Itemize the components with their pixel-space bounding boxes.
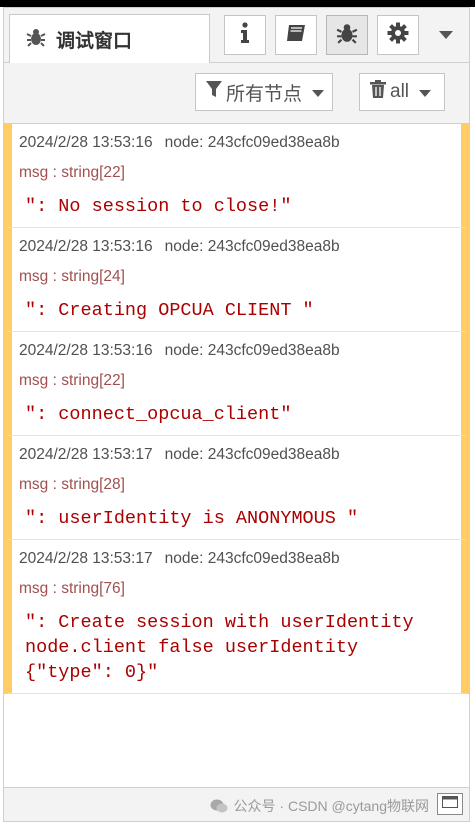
debug-message: 2024/2/28 13:53:17 node: 243cfc09ed38ea8b… bbox=[4, 540, 469, 694]
message-node-link[interactable]: node: 243cfc09ed38ea8b bbox=[165, 134, 340, 151]
message-meta: 2024/2/28 13:53:17 node: 243cfc09ed38ea8b bbox=[19, 444, 461, 466]
book-icon bbox=[285, 23, 307, 48]
help-button[interactable] bbox=[275, 15, 317, 55]
trash-icon bbox=[370, 80, 386, 104]
sidebar-footer: 公众号 · CSDN @cytang物联网 bbox=[4, 787, 469, 821]
message-timestamp: 2024/2/28 13:53:16 bbox=[19, 342, 153, 359]
message-node-link[interactable]: node: 243cfc09ed38ea8b bbox=[165, 550, 340, 567]
info-icon bbox=[238, 21, 252, 49]
message-type: msg : string[76] bbox=[19, 580, 125, 597]
message-meta: 2024/2/28 13:53:16 node: 243cfc09ed38ea8b bbox=[19, 132, 461, 154]
caret-down-icon bbox=[312, 81, 325, 103]
info-button[interactable] bbox=[224, 15, 266, 55]
gear-icon bbox=[387, 22, 409, 49]
debug-sidebar: 调试窗口 所有节点 all 2024/2/28 13:53:16 node: 2… bbox=[3, 7, 470, 822]
debug-message: 2024/2/28 13:53:16 node: 243cfc09ed38ea8b… bbox=[4, 332, 469, 436]
watermark-text: 公众号 · CSDN @cytang物联网 bbox=[233, 798, 429, 814]
popout-button[interactable] bbox=[437, 793, 463, 815]
caret-down-icon bbox=[439, 26, 453, 44]
bug-icon bbox=[26, 27, 46, 52]
message-node-link[interactable]: node: 243cfc09ed38ea8b bbox=[165, 238, 340, 255]
message-timestamp: 2024/2/28 13:53:17 bbox=[19, 550, 153, 567]
debug-message: 2024/2/28 13:53:17 node: 243cfc09ed38ea8b… bbox=[4, 436, 469, 540]
filter-icon bbox=[206, 80, 222, 104]
debug-message: 2024/2/28 13:53:16 node: 243cfc09ed38ea8b… bbox=[4, 124, 469, 228]
message-payload[interactable]: ": userIdentity is ANONYMOUS " bbox=[19, 506, 461, 531]
message-type: msg : string[22] bbox=[19, 372, 125, 389]
node-filter-label: 所有节点 bbox=[226, 83, 303, 105]
message-meta: 2024/2/28 13:53:16 node: 243cfc09ed38ea8b bbox=[19, 236, 461, 258]
node-filter-dropdown[interactable]: 所有节点 bbox=[195, 73, 334, 111]
message-payload[interactable]: ": connect_opcua_client" bbox=[19, 402, 461, 427]
message-node-link[interactable]: node: 243cfc09ed38ea8b bbox=[165, 342, 340, 359]
message-meta: 2024/2/28 13:53:16 node: 243cfc09ed38ea8b bbox=[19, 340, 461, 362]
tab-bar: 调试窗口 bbox=[4, 8, 469, 64]
message-type: msg : string[28] bbox=[19, 476, 125, 493]
message-timestamp: 2024/2/28 13:53:16 bbox=[19, 134, 153, 151]
message-type: msg : string[22] bbox=[19, 164, 125, 181]
message-meta: 2024/2/28 13:53:17 node: 243cfc09ed38ea8b bbox=[19, 548, 461, 570]
window-top-strip bbox=[0, 0, 475, 7]
clear-messages-dropdown[interactable]: all bbox=[359, 73, 445, 111]
message-payload[interactable]: ": Creating OPCUA CLIENT " bbox=[19, 298, 461, 323]
message-type: msg : string[24] bbox=[19, 268, 125, 285]
watermark: 公众号 · CSDN @cytang物联网 bbox=[210, 796, 429, 816]
debug-message-list: 2024/2/28 13:53:16 node: 243cfc09ed38ea8b… bbox=[4, 124, 469, 694]
config-button[interactable] bbox=[377, 15, 419, 55]
debug-button[interactable] bbox=[326, 15, 368, 55]
filter-bar: 所有节点 all bbox=[4, 63, 469, 124]
clear-label: all bbox=[390, 81, 410, 102]
bug-icon bbox=[336, 22, 358, 49]
message-payload[interactable]: ": No session to close!" bbox=[19, 194, 461, 219]
message-timestamp: 2024/2/28 13:53:16 bbox=[19, 238, 153, 255]
tab-label: 调试窗口 bbox=[56, 31, 133, 52]
message-payload[interactable]: ": Create session with userIdentity node… bbox=[19, 610, 461, 685]
tab-debug[interactable]: 调试窗口 bbox=[9, 14, 210, 64]
sidebar-menu-button[interactable] bbox=[434, 24, 458, 46]
message-timestamp: 2024/2/28 13:53:17 bbox=[19, 446, 153, 463]
caret-down-icon bbox=[419, 81, 432, 103]
message-node-link[interactable]: node: 243cfc09ed38ea8b bbox=[165, 446, 340, 463]
window-icon bbox=[442, 795, 458, 813]
wechat-icon bbox=[210, 799, 228, 813]
debug-message: 2024/2/28 13:53:16 node: 243cfc09ed38ea8b… bbox=[4, 228, 469, 332]
